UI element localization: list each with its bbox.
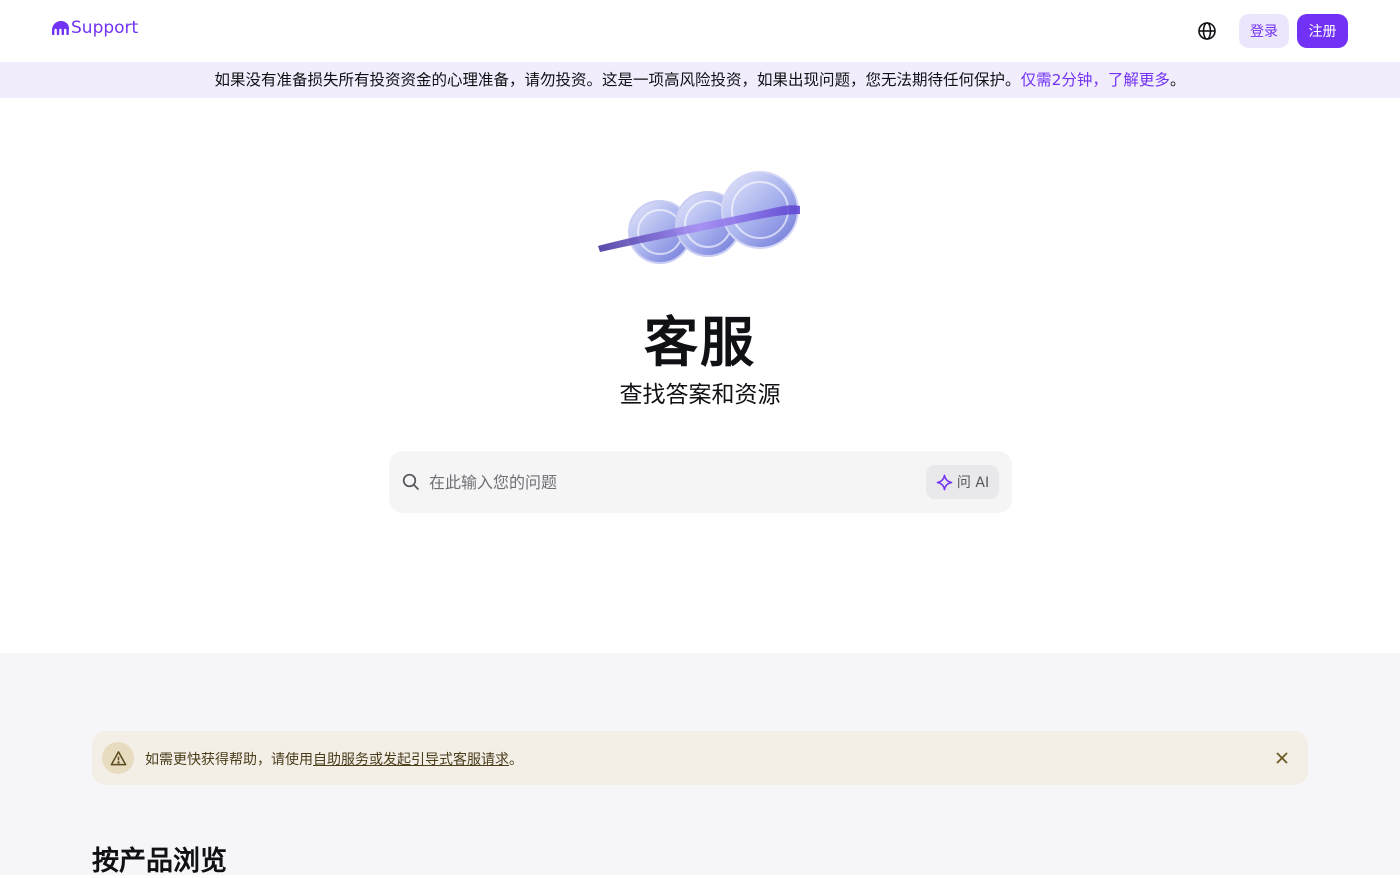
risk-warning-text: 如果没有准备损失所有投资资金的心理准备，请勿投资。这是一项高风险投资，如果出现问… bbox=[214, 71, 1021, 89]
logo-text: Support bbox=[71, 18, 139, 38]
search-icon bbox=[402, 473, 420, 491]
close-icon[interactable] bbox=[1274, 750, 1290, 766]
signup-button[interactable]: 注册 bbox=[1297, 14, 1348, 48]
notice-prefix: 如需更快获得帮助，请使用 bbox=[145, 752, 313, 768]
notice-text: 如需更快获得帮助，请使用自助服务或发起引导式客服请求。 bbox=[145, 749, 523, 769]
top-navigation: Support 登录 注册 bbox=[0, 0, 1400, 62]
lower-section: 如需更快获得帮助，请使用自助服务或发起引导式客服请求。 按产品浏览 bbox=[0, 653, 1400, 877]
support-logo[interactable]: Support bbox=[52, 18, 138, 38]
page-title: 客服 bbox=[644, 311, 756, 374]
search-bar: 问 AI bbox=[389, 451, 1012, 513]
notice-icon-badge bbox=[102, 742, 134, 774]
sparkle-icon bbox=[936, 474, 953, 490]
coins-illustration-icon bbox=[598, 171, 800, 264]
risk-warning-banner: 如果没有准备损失所有投资资金的心理准备，请勿投资。这是一项高风险投资，如果出现问… bbox=[0, 62, 1400, 98]
brand-logo-icon bbox=[52, 21, 70, 35]
warning-icon bbox=[110, 750, 126, 765]
notice-suffix: 。 bbox=[509, 752, 523, 768]
page-subtitle: 查找答案和资源 bbox=[619, 382, 781, 408]
ask-ai-button[interactable]: 问 AI bbox=[926, 465, 999, 499]
help-notice: 如需更快获得帮助，请使用自助服务或发起引导式客服请求。 bbox=[92, 731, 1308, 785]
ask-ai-label: 问 AI bbox=[956, 475, 990, 491]
search-input[interactable] bbox=[429, 467, 909, 497]
learn-more-link[interactable]: 仅需2分钟，了解更多 bbox=[1021, 71, 1170, 89]
risk-warning-suffix: 。 bbox=[1169, 71, 1186, 89]
browse-by-product-heading: 按产品浏览 bbox=[92, 846, 227, 877]
login-button[interactable]: 登录 bbox=[1239, 14, 1289, 48]
globe-icon[interactable] bbox=[1197, 21, 1217, 41]
self-service-link[interactable]: 自助服务或发起引导式客服请求 bbox=[313, 752, 509, 768]
